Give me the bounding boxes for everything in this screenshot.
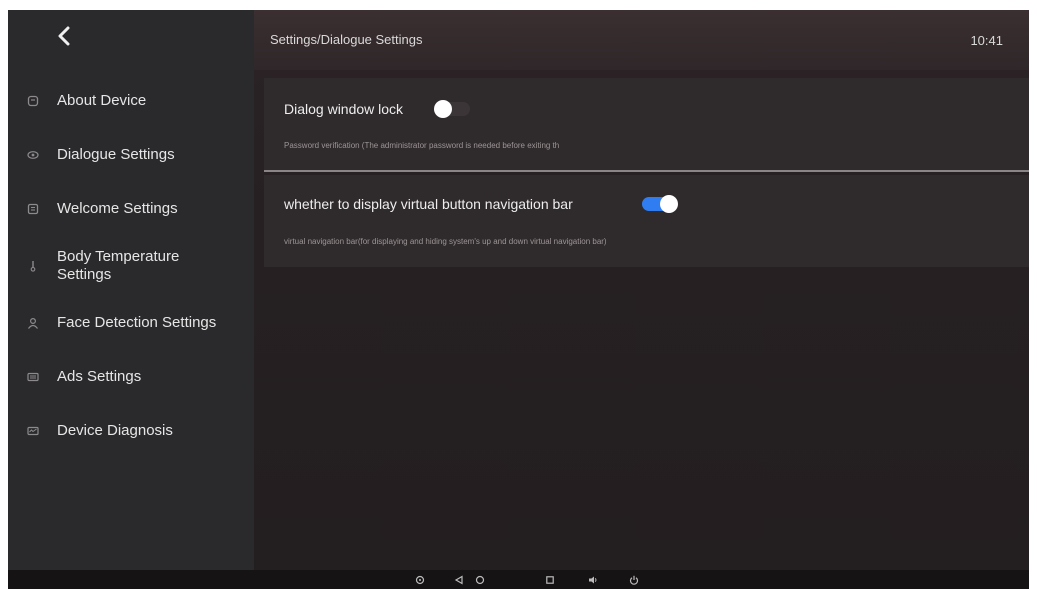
screenshot-icon bbox=[415, 575, 425, 585]
toggle-knob bbox=[660, 195, 678, 213]
dialog-lock-toggle[interactable] bbox=[434, 100, 470, 118]
setting-title: Dialog window lock bbox=[284, 101, 404, 117]
thermometer-icon bbox=[26, 259, 40, 273]
toggle-knob bbox=[434, 100, 452, 118]
device-icon bbox=[26, 94, 40, 108]
sidebar-item-welcome-settings[interactable]: Welcome Settings bbox=[8, 182, 254, 236]
chevron-left-icon bbox=[58, 26, 70, 46]
sidebar-item-label: Dialogue Settings bbox=[57, 146, 175, 163]
sidebar-item-label: About Device bbox=[57, 92, 147, 109]
triangle-back-icon bbox=[454, 575, 463, 585]
diagnosis-icon bbox=[26, 424, 40, 438]
sidebar: About Device Dialogue Settings Welcome S… bbox=[8, 10, 254, 570]
sidebar-item-label: Device Diagnosis bbox=[57, 422, 173, 439]
recents-square-icon bbox=[546, 576, 554, 584]
screen: About Device Dialogue Settings Welcome S… bbox=[8, 10, 1029, 589]
setting-row-dialog-lock: Dialog window lock Password verification… bbox=[264, 78, 1029, 172]
home-circle-icon bbox=[475, 575, 485, 585]
person-icon bbox=[26, 316, 40, 330]
sidebar-item-label: Body Temperature Settings bbox=[57, 248, 180, 283]
sidebar-item-about-device[interactable]: About Device bbox=[8, 74, 254, 128]
sidebar-item-dialogue-settings[interactable]: Dialogue Settings bbox=[8, 128, 254, 182]
status-clock: 10:41 bbox=[970, 33, 1003, 48]
volume-icon bbox=[589, 576, 597, 584]
sidebar-item-body-temperature-settings[interactable]: Body Temperature Settings bbox=[8, 236, 254, 296]
sidebar-header bbox=[8, 10, 254, 62]
sidebar-item-device-diagnosis[interactable]: Device Diagnosis bbox=[8, 404, 254, 458]
setting-row-nav-bar: whether to display virtual button naviga… bbox=[264, 175, 1029, 267]
main-content: Settings/Dialogue Settings 10:41 Dialog … bbox=[254, 10, 1029, 570]
sidebar-item-ads-settings[interactable]: Ads Settings bbox=[8, 350, 254, 404]
top-bar: Settings/Dialogue Settings 10:41 bbox=[254, 10, 1029, 70]
breadcrumb: Settings/Dialogue Settings bbox=[270, 32, 423, 47]
virtual-navigation-bar bbox=[8, 570, 1029, 589]
power-icon bbox=[629, 575, 639, 585]
sidebar-item-label: Welcome Settings bbox=[57, 200, 178, 217]
nav-back-button[interactable] bbox=[452, 573, 466, 587]
sidebar-item-face-detection-settings[interactable]: Face Detection Settings bbox=[8, 296, 254, 350]
nav-recents-button[interactable] bbox=[543, 573, 557, 587]
nav-bar-toggle[interactable] bbox=[642, 195, 678, 213]
ads-icon bbox=[26, 370, 40, 384]
setting-description: Password verification (The administrator… bbox=[284, 141, 560, 150]
power-button[interactable] bbox=[627, 573, 641, 587]
setting-title: whether to display virtual button naviga… bbox=[284, 196, 573, 212]
nav-home-button[interactable] bbox=[473, 573, 487, 587]
setting-description: virtual navigation bar(for displaying an… bbox=[284, 237, 607, 246]
sidebar-item-label: Ads Settings bbox=[57, 368, 142, 385]
screenshot-button[interactable] bbox=[413, 573, 427, 587]
welcome-icon bbox=[26, 202, 40, 216]
sidebar-item-label: Face Detection Settings bbox=[57, 314, 217, 331]
back-button[interactable] bbox=[50, 22, 78, 50]
sidebar-menu: About Device Dialogue Settings Welcome S… bbox=[8, 74, 254, 458]
eye-icon bbox=[26, 148, 40, 162]
volume-button[interactable] bbox=[586, 573, 600, 587]
